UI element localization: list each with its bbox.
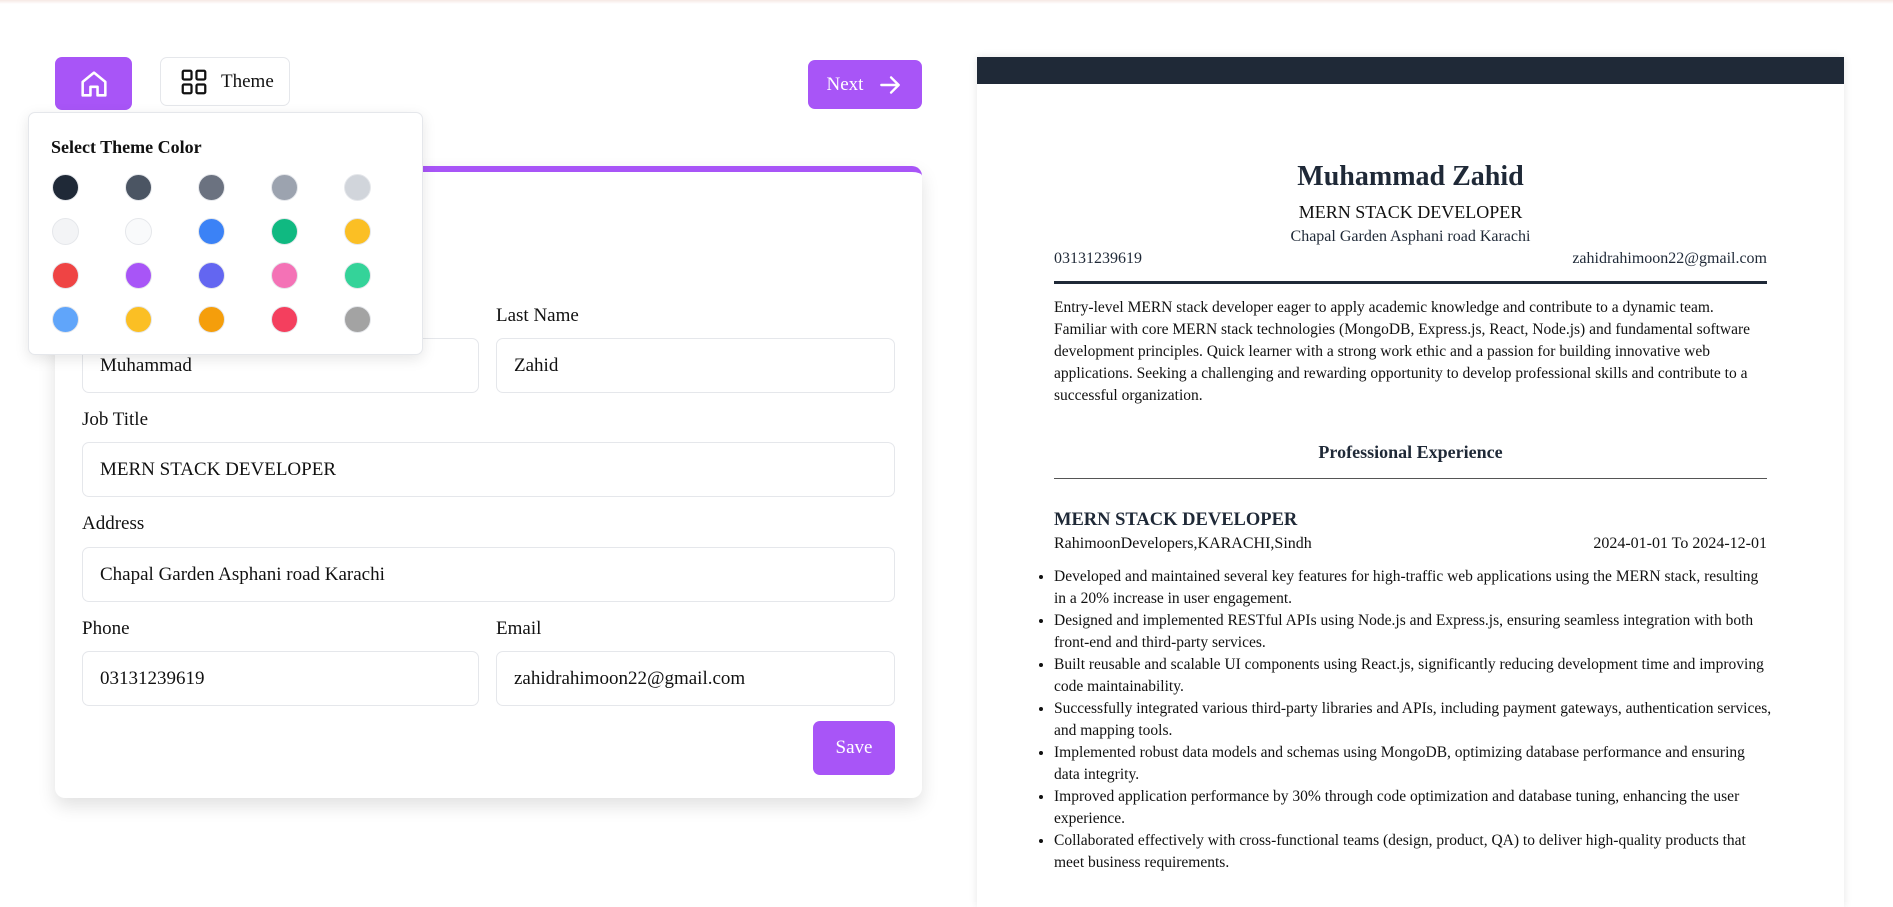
color-swatch[interactable] — [52, 306, 79, 333]
email-label: Email — [496, 618, 542, 639]
bullet-item: Built reusable and scalable UI component… — [1054, 654, 1774, 698]
home-button[interactable] — [55, 57, 132, 110]
experience-bullets: Developed and maintained several key fea… — [1054, 566, 1774, 874]
popover-title: Select Theme Color — [51, 137, 202, 157]
color-swatch[interactable] — [198, 174, 225, 201]
address-field[interactable] — [82, 547, 895, 602]
address-label: Address — [82, 513, 145, 534]
color-swatch[interactable] — [344, 306, 371, 333]
color-swatch[interactable] — [271, 174, 298, 201]
resume-summary: Entry-level MERN stack developer eager t… — [1054, 299, 1751, 404]
bullet-item: Designed and implemented RESTful APIs us… — [1054, 610, 1774, 654]
resume-job-title: MERN STACK DEVELOPER — [1298, 202, 1523, 222]
resume-email: zahidrahimoon22@gmail.com — [1572, 250, 1767, 267]
email-field[interactable] — [496, 651, 895, 706]
resume-theme-bar — [977, 57, 1844, 84]
experience-dates: 2024-01-01 To 2024-12-01 — [1593, 535, 1767, 552]
last-name-label: Last Name — [496, 305, 579, 326]
job-title-field[interactable] — [82, 442, 895, 497]
next-button-label: Next — [826, 73, 864, 95]
job-title-label: Job Title — [82, 409, 149, 430]
phone-label: Phone — [82, 618, 130, 639]
color-swatch[interactable] — [52, 174, 79, 201]
color-swatch[interactable] — [125, 262, 152, 289]
resume-divider — [1054, 281, 1767, 284]
resume-address: Chapal Garden Asphani road Karachi — [1290, 228, 1531, 245]
resume-preview: Muhammad Zahid MERN STACK DEVELOPER Chap… — [977, 57, 1844, 907]
next-button[interactable]: Next — [808, 60, 922, 109]
bullet-item: Developed and maintained several key fea… — [1054, 566, 1774, 610]
color-swatch[interactable] — [52, 262, 79, 289]
color-swatch[interactable] — [52, 218, 79, 245]
color-swatch-grid — [52, 174, 402, 333]
color-swatch[interactable] — [125, 306, 152, 333]
color-swatch[interactable] — [271, 218, 298, 245]
color-swatch[interactable] — [271, 262, 298, 289]
bullet-item: Collaborated effectively with cross-func… — [1054, 830, 1774, 874]
theme-color-popover: Select Theme Color — [28, 112, 423, 355]
top-border — [0, 0, 1893, 4]
color-swatch[interactable] — [125, 174, 152, 201]
grid-icon — [181, 69, 207, 94]
bullet-item: Implemented robust data models and schem… — [1054, 742, 1774, 786]
arrow-right-icon — [880, 75, 901, 94]
phone-field[interactable] — [82, 651, 479, 706]
color-swatch[interactable] — [198, 218, 225, 245]
color-swatch[interactable] — [125, 218, 152, 245]
experience-divider — [1054, 478, 1767, 479]
color-swatch[interactable] — [344, 262, 371, 289]
theme-button-label: Theme — [221, 70, 274, 92]
save-button[interactable]: Save — [813, 721, 895, 775]
bullet-item: Improved application performance by 30% … — [1054, 786, 1774, 830]
color-swatch[interactable] — [198, 262, 225, 289]
resume-name: Muhammad Zahid — [1297, 161, 1524, 192]
experience-title: MERN STACK DEVELOPER — [1054, 510, 1298, 530]
color-swatch[interactable] — [344, 218, 371, 245]
color-swatch[interactable] — [344, 174, 371, 201]
experience-heading: Professional Experience — [1318, 442, 1503, 462]
last-name-field[interactable] — [496, 338, 895, 393]
bullet-item: Successfully integrated various third-pa… — [1054, 698, 1774, 742]
color-swatch[interactable] — [271, 306, 298, 333]
theme-button[interactable]: Theme — [160, 57, 290, 106]
resume-phone: 03131239619 — [1054, 250, 1142, 267]
color-swatch[interactable] — [198, 306, 225, 333]
home-icon — [80, 70, 107, 97]
experience-company: RahimoonDevelopers,KARACHI,Sindh — [1054, 535, 1312, 552]
